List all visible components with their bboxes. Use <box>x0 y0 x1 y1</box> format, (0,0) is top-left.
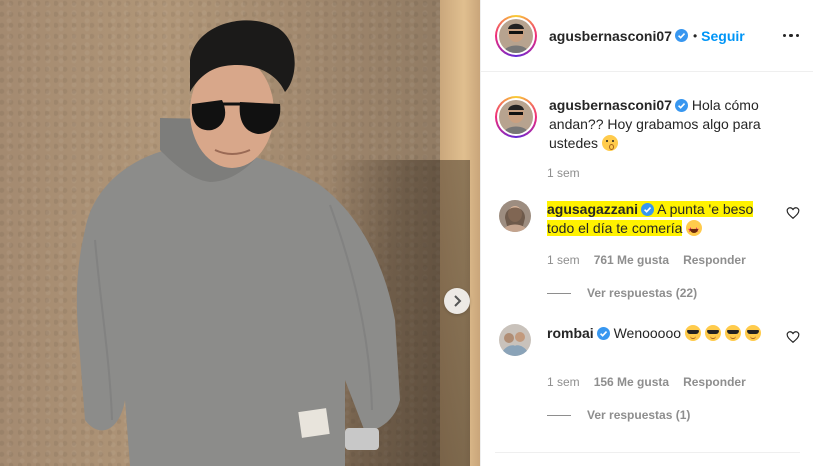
caption-author-avatar[interactable] <box>495 96 537 138</box>
comment-highlight: agusagazzani A punta 'e beso todo el día… <box>547 201 754 236</box>
post-header: agusbernasconi07 • Seguir <box>481 0 813 72</box>
commenter-avatar[interactable] <box>499 200 531 232</box>
view-replies-button[interactable]: Ver respuestas (22) <box>547 286 697 300</box>
comment-timestamp: 1 sem <box>547 375 580 389</box>
commenter-avatar[interactable] <box>499 324 531 356</box>
comment-item: agusagazzani A punta 'e beso todo el día… <box>495 200 800 240</box>
author-username[interactable]: agusbernasconi07 <box>549 28 672 44</box>
heart-icon[interactable] <box>786 206 800 220</box>
comment-meta: 1 sem 761 Me gusta Responder <box>547 253 746 267</box>
more-options-icon[interactable] <box>782 33 799 38</box>
avatar-photo <box>499 200 531 232</box>
reply-button[interactable]: Responder <box>683 375 746 389</box>
comment-body: agusagazzani A punta 'e beso todo el día… <box>547 200 777 240</box>
sunglasses-face-icon <box>684 325 701 341</box>
comment-timestamp: 1 sem <box>547 253 580 267</box>
verified-badge-icon <box>674 29 688 42</box>
avatar-photo <box>499 18 533 53</box>
sunglasses-face-icon <box>744 325 761 341</box>
reply-button[interactable]: Responder <box>683 253 746 267</box>
sunglasses-face-icon <box>724 325 741 341</box>
caption-username[interactable]: agusbernasconi07 <box>549 97 672 113</box>
person-illustration <box>76 20 400 466</box>
sunglasses-face-icon <box>704 325 721 341</box>
view-replies-button[interactable]: Ver respuestas (1) <box>547 408 690 422</box>
view-replies-label: Ver respuestas (22) <box>587 286 698 300</box>
chevron-right-icon <box>454 295 462 307</box>
comment-like-count[interactable]: 156 Me gusta <box>594 375 669 389</box>
author-avatar[interactable] <box>495 14 537 57</box>
heart-icon[interactable] <box>786 330 800 344</box>
post-caption: agusbernasconi07 Hola cómo andan?? Hoy g… <box>495 96 800 153</box>
comment-like-count[interactable]: 761 Me gusta <box>594 253 669 267</box>
caption-timestamp: 1 sem <box>547 166 580 180</box>
verified-badge-icon <box>596 327 610 340</box>
header-separator: • <box>692 28 698 43</box>
comment-meta: 1 sem 156 Me gusta Responder <box>547 375 746 389</box>
star-struck-icon <box>686 220 703 240</box>
post-image[interactable] <box>0 0 480 466</box>
comment-username[interactable]: rombai <box>547 325 594 341</box>
next-image-button[interactable] <box>444 288 470 314</box>
verified-badge-icon <box>641 203 655 216</box>
replies-divider <box>547 292 571 294</box>
view-replies-label: Ver respuestas (1) <box>587 408 691 422</box>
follow-button[interactable]: Seguir <box>701 28 745 44</box>
comment-item: rombai Wenooooo <box>495 324 800 356</box>
replies-divider <box>547 414 571 416</box>
verified-badge-icon <box>674 99 688 112</box>
kissing-face-icon <box>601 135 618 151</box>
comment-username[interactable]: agusagazzani <box>547 201 638 217</box>
avatar-photo <box>499 324 531 356</box>
comment-text: Wenooooo <box>613 325 682 341</box>
caption-text-block: agusbernasconi07 Hola cómo andan?? Hoy g… <box>549 96 794 153</box>
post-side-panel: agusbernasconi07 • Seguir agusbernasconi… <box>480 0 813 466</box>
comment-body: rombai Wenooooo <box>547 324 777 356</box>
avatar-photo <box>499 100 533 134</box>
action-bar-partial <box>495 452 800 466</box>
